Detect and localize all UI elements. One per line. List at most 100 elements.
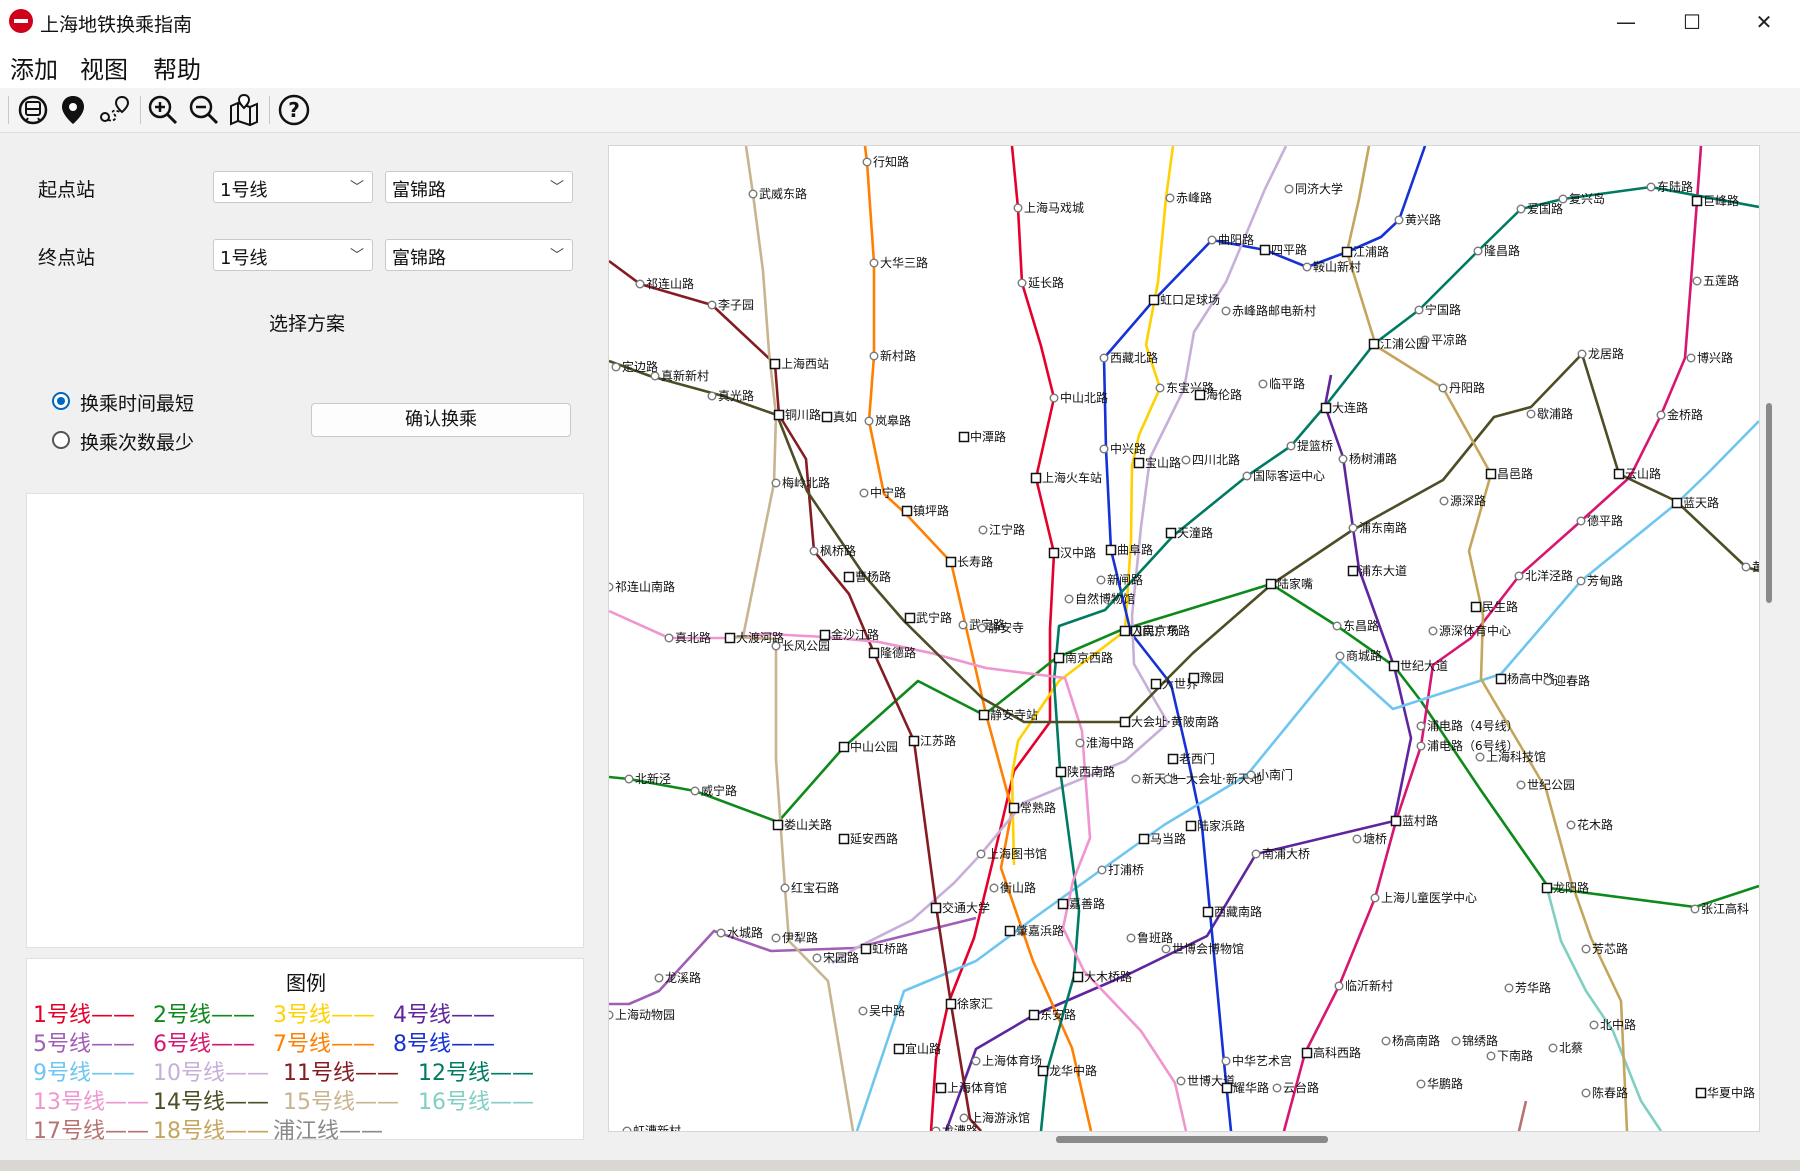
menu-help[interactable]: 帮助: [153, 50, 201, 85]
station-marker[interactable]: [1348, 523, 1358, 533]
station-marker[interactable]: [1332, 621, 1342, 631]
station-marker[interactable]: [1692, 276, 1702, 286]
station-marker[interactable]: [989, 883, 999, 893]
station-marker[interactable]: [1416, 1079, 1426, 1089]
station-marker[interactable]: [1656, 410, 1666, 420]
station-marker[interactable]: [1581, 1088, 1591, 1098]
transfer-station-marker[interactable]: [935, 1082, 947, 1094]
station-marker[interactable]: [771, 933, 781, 943]
station-marker[interactable]: [748, 189, 758, 199]
transfer-station-marker[interactable]: [1259, 244, 1271, 256]
route-icon[interactable]: [96, 92, 132, 128]
transfer-station-marker[interactable]: [1221, 1082, 1233, 1094]
transfer-station-marker[interactable]: [1165, 527, 1177, 539]
transfer-station-marker[interactable]: [1671, 497, 1683, 509]
station-marker[interactable]: [609, 582, 614, 592]
transfer-station-marker[interactable]: [1028, 1009, 1040, 1021]
transfer-station-marker[interactable]: [1341, 246, 1353, 258]
transfer-station-marker[interactable]: [901, 505, 913, 517]
transfer-station-marker[interactable]: [1072, 971, 1084, 983]
metro-icon[interactable]: [15, 92, 51, 128]
transfer-station-marker[interactable]: [1105, 544, 1117, 556]
transfer-station-marker[interactable]: [843, 571, 855, 583]
transfer-station-marker[interactable]: [958, 431, 970, 443]
station-marker[interactable]: [1381, 1036, 1391, 1046]
horizontal-scrollbar[interactable]: [608, 1133, 1758, 1145]
station-marker[interactable]: [716, 928, 726, 938]
station-marker[interactable]: [1438, 383, 1448, 393]
help-icon[interactable]: ?: [276, 92, 312, 128]
station-marker[interactable]: [1176, 1076, 1186, 1086]
station-marker[interactable]: [809, 546, 819, 556]
station-marker[interactable]: [624, 774, 634, 784]
station-marker[interactable]: [1581, 944, 1591, 954]
station-marker[interactable]: [1097, 865, 1107, 875]
transfer-station-marker[interactable]: [1150, 678, 1162, 690]
transfer-station-marker[interactable]: [1388, 660, 1400, 672]
transfer-station-marker[interactable]: [1053, 652, 1065, 664]
transfer-station-marker[interactable]: [1185, 820, 1197, 832]
station-marker[interactable]: [1514, 571, 1524, 581]
location-pin-icon[interactable]: [55, 92, 91, 128]
station-marker[interactable]: [1258, 379, 1268, 389]
transfer-station-marker[interactable]: [1695, 1087, 1707, 1099]
station-marker[interactable]: [1099, 353, 1109, 363]
transfer-station-marker[interactable]: [1613, 468, 1625, 480]
radio-shortest-time[interactable]: [52, 392, 70, 410]
station-marker[interactable]: [1284, 184, 1294, 194]
station-marker[interactable]: [1155, 383, 1165, 393]
station-marker[interactable]: [1075, 738, 1085, 748]
station-marker[interactable]: [1334, 981, 1344, 991]
transfer-station-marker[interactable]: [1390, 815, 1402, 827]
transfer-station-marker[interactable]: [1485, 468, 1497, 480]
station-marker[interactable]: [1741, 562, 1751, 572]
station-marker[interactable]: [1516, 204, 1526, 214]
station-marker[interactable]: [1526, 409, 1536, 419]
station-marker[interactable]: [707, 391, 717, 401]
station-marker[interactable]: [1516, 780, 1526, 790]
station-marker[interactable]: [1439, 496, 1449, 506]
station-marker[interactable]: [862, 157, 872, 167]
transfer-station-marker[interactable]: [1138, 833, 1150, 845]
station-marker[interactable]: [1099, 444, 1109, 454]
station-marker[interactable]: [1338, 454, 1348, 464]
station-marker[interactable]: [1207, 235, 1217, 245]
transfer-station-marker[interactable]: [1133, 457, 1145, 469]
station-marker[interactable]: [978, 525, 988, 535]
station-marker[interactable]: [1286, 441, 1296, 451]
station-marker[interactable]: [1576, 516, 1586, 526]
transfer-station-marker[interactable]: [769, 358, 781, 370]
transfer-station-marker[interactable]: [1301, 1047, 1313, 1059]
metro-map-canvas[interactable]: 行知路 武威东路 上海马戏城 赤峰路 同济大学 黄兴路 爱国路 复兴岛 东陆路 巨峰路 祁连山路 李子…: [608, 145, 1760, 1132]
start-station-select[interactable]: 富锦路 ﹀: [385, 171, 573, 203]
station-marker[interactable]: [690, 786, 700, 796]
station-marker[interactable]: [1486, 1051, 1496, 1061]
transfer-station-marker[interactable]: [893, 1043, 905, 1055]
station-marker[interactable]: [1126, 933, 1136, 943]
station-marker[interactable]: [664, 633, 674, 643]
transfer-station-marker[interactable]: [1008, 802, 1020, 814]
transfer-station-marker[interactable]: [1119, 625, 1131, 637]
station-marker[interactable]: [864, 416, 874, 426]
transfer-station-marker[interactable]: [1055, 766, 1067, 778]
station-marker[interactable]: [622, 1126, 632, 1131]
radio-fewest-transfers[interactable]: [52, 431, 70, 449]
close-button[interactable]: ✕: [1732, 0, 1796, 44]
station-marker[interactable]: [1181, 455, 1191, 465]
transfer-station-marker[interactable]: [860, 943, 872, 955]
zoom-in-icon[interactable]: [145, 92, 181, 128]
station-marker[interactable]: [1473, 246, 1483, 256]
transfer-station-marker[interactable]: [1470, 601, 1482, 613]
station-marker[interactable]: [771, 641, 781, 651]
station-marker[interactable]: [1504, 983, 1514, 993]
station-marker[interactable]: [1548, 1043, 1558, 1053]
start-line-select[interactable]: 1号线 ﹀: [213, 171, 373, 203]
station-marker[interactable]: [1335, 651, 1345, 661]
option-shortest-label[interactable]: 换乘时间最短: [80, 389, 194, 416]
station-marker[interactable]: [859, 488, 869, 498]
transfer-station-marker[interactable]: [773, 409, 785, 421]
confirm-transfer-button[interactable]: 确认换乘: [311, 403, 571, 437]
horizontal-scroll-thumb[interactable]: [1056, 1136, 1328, 1143]
zoom-out-icon[interactable]: [186, 92, 222, 128]
map-icon[interactable]: [226, 92, 262, 128]
